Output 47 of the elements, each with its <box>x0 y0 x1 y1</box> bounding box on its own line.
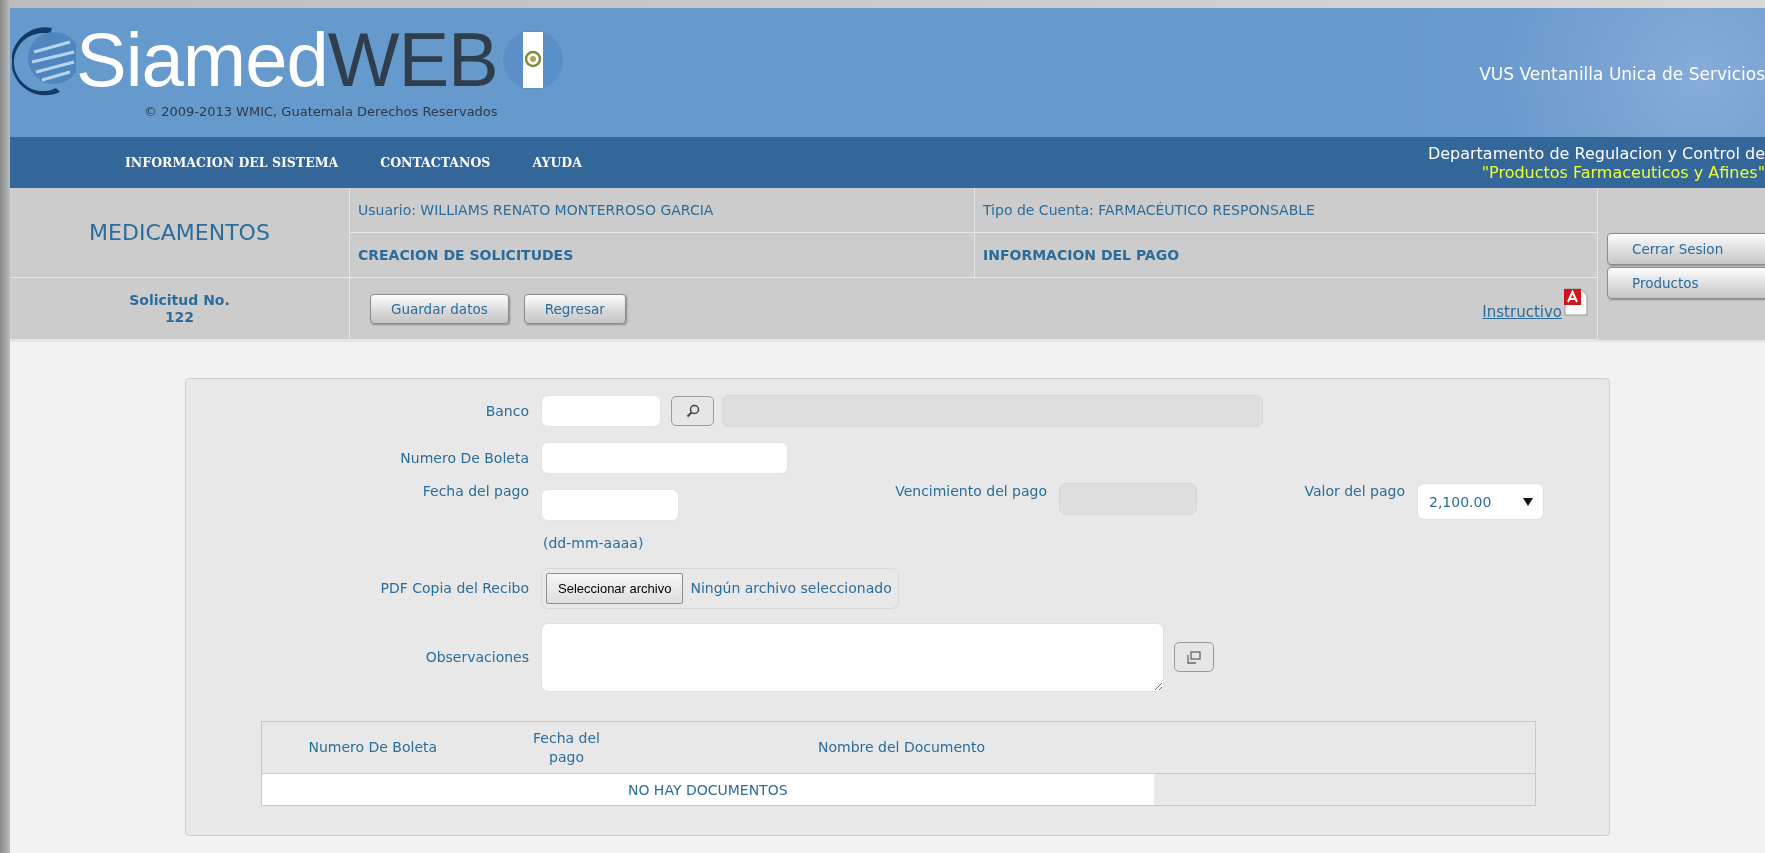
side-button[interactable]: Cerrar Sesion <box>1607 233 1765 265</box>
field-label: PDF Copia del Recibo <box>379 580 530 596</box>
bank-field[interactable] <box>541 395 661 427</box>
user-name: Usuario: WILLIAMS RENATO MONTERROSO GARCIA <box>358 202 714 218</box>
column-header: Nombre del Documento <box>649 721 1154 774</box>
action-button[interactable]: Regresar <box>523 293 626 324</box>
amount-select[interactable]: 2,100.00 <box>1417 483 1544 520</box>
logo-text: Siamed <box>76 20 328 100</box>
field-label: Fecha del pago <box>421 483 530 499</box>
flag-emblem-icon <box>501 29 564 91</box>
expand-button[interactable] <box>1174 642 1214 672</box>
pdf-icon <box>1563 286 1589 317</box>
field-label: Valor del pago <box>1303 483 1406 499</box>
field-label: Numero De Boleta <box>399 450 530 466</box>
copyright-text: © 2009-2013 WMIC, Guatemala Derechos Reservados <box>144 104 499 119</box>
section-title: CREACION DE SOLICITUDES <box>358 247 574 263</box>
caret-icon <box>1523 497 1533 506</box>
action-button[interactable]: Guardar datos <box>370 293 509 324</box>
department-subtitle: "Productos Farmaceuticos y Afines" <box>1481 162 1765 182</box>
window-icon <box>1187 650 1201 664</box>
subsection-title: INFORMACION DEL PAGO <box>983 247 1180 263</box>
side-button[interactable]: Productos <box>1607 267 1765 299</box>
empty-table-message: NO HAY DOCUMENTOS <box>261 773 1154 806</box>
logo-text: WEB <box>327 20 498 100</box>
notes-field[interactable] <box>541 622 1164 692</box>
field-label: Vencimiento del pago <box>894 483 1048 499</box>
field-label: Banco <box>484 403 530 419</box>
tagline: VUS Ventanilla Unica de Servicios <box>1479 64 1765 86</box>
choose-file-button[interactable]: Seleccionar archivo <box>546 572 684 604</box>
request-label: Solicitud No. <box>129 291 230 309</box>
search-button[interactable] <box>671 396 714 426</box>
file-status: Ningún archivo seleccionado <box>690 580 892 596</box>
module-title: MEDICAMENTOS <box>89 220 270 245</box>
request-number: 122 <box>164 308 195 326</box>
payment-date-field[interactable] <box>541 489 679 521</box>
manual-link[interactable]: Instructivo <box>1482 302 1562 321</box>
nav-link[interactable]: AYUDA <box>532 155 582 170</box>
date-format-hint: (dd-mm-aaaa) <box>543 535 644 551</box>
field-label: Observaciones <box>424 649 530 665</box>
receipt-number-field[interactable] <box>541 442 788 474</box>
column-header: Numero De Boleta <box>261 721 484 774</box>
column-header: Fecha del pago <box>483 721 650 774</box>
nav-link[interactable]: CONTACTANOS <box>380 155 491 170</box>
search-icon <box>685 404 700 418</box>
account-type: Tipo de Cuenta: FARMACÉUTICO RESPONSABLE <box>983 202 1315 218</box>
nav-link[interactable]: INFORMACION DEL SISTEMA <box>125 155 339 170</box>
department-title: Departamento de Regulacion y Control de <box>1427 143 1765 163</box>
